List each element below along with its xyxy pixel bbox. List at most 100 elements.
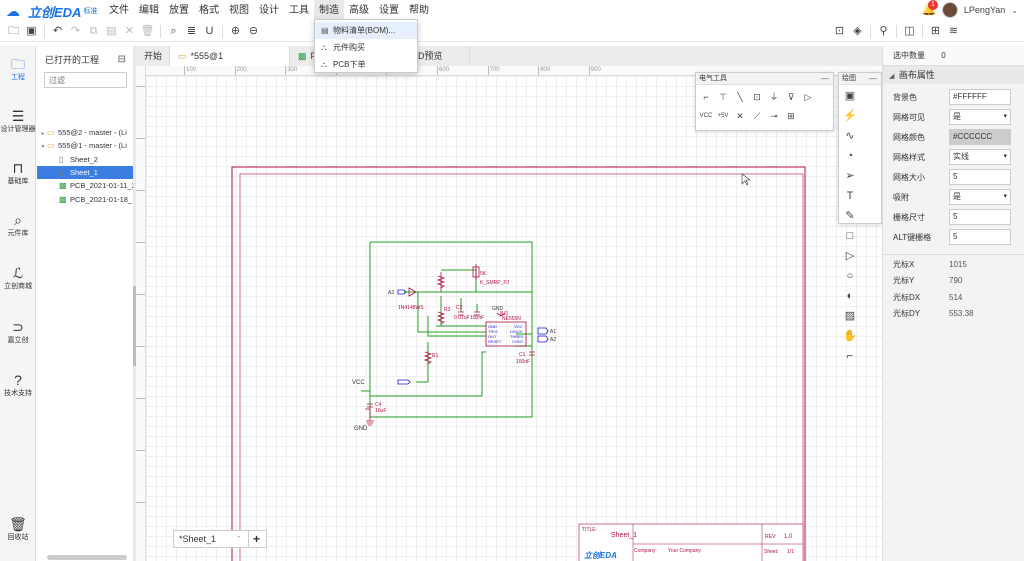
find-replace-icon[interactable]: ≣: [184, 24, 199, 39]
tree-item[interactable]: ▸ ▭ 555@2 - master - (Li: [37, 126, 134, 139]
menu-item[interactable]: 编辑: [134, 0, 164, 22]
text-case-icon[interactable]: U: [202, 24, 217, 39]
app-logo[interactable]: ☁ 立创EDA 标准: [0, 2, 104, 21]
nav-list[interactable]: ☰ 设计管理器: [0, 108, 36, 134]
bus-icon[interactable]: ⊤: [715, 88, 731, 106]
arc-icon[interactable]: ◔: [840, 147, 860, 166]
canvas-origin-icon[interactable]: ⌐: [840, 347, 860, 366]
property-input[interactable]: #CCCCCC: [949, 129, 1011, 145]
picture-icon[interactable]: ▨: [840, 307, 860, 326]
nav-help[interactable]: ? 技术支持: [0, 372, 36, 398]
nav-folder[interactable]: 🗀 工程: [0, 56, 36, 82]
circle-icon[interactable]: ○: [840, 267, 860, 286]
tab-document[interactable]: 开始: [136, 46, 170, 66]
property-select[interactable]: 是 ▾: [949, 109, 1011, 125]
nav-search[interactable]: ⌕ 元件库: [0, 212, 36, 238]
tree-item[interactable]: ▩ PCB_2021-01-11_2: [37, 179, 134, 192]
nav-trash[interactable]: 🗑 回收站: [0, 516, 36, 542]
menu-item[interactable]: 格式: [194, 0, 224, 22]
redo-icon[interactable]: ↷: [68, 24, 83, 39]
minimize-icon[interactable]: —: [821, 73, 829, 85]
zoom-in-icon[interactable]: ⊕: [228, 24, 243, 39]
collapse-icon[interactable]: ⊟: [118, 54, 126, 65]
dropdown-item[interactable]: ⛬ PCB下单: [315, 56, 417, 73]
net-label-icon[interactable]: ⊡: [749, 88, 765, 106]
menu-item[interactable]: 文件: [104, 0, 134, 22]
plus-5v-icon[interactable]: +5V: [715, 107, 731, 125]
drag-icon[interactable]: ✋: [840, 327, 860, 346]
cut-icon[interactable]: ✕: [122, 24, 137, 39]
tree-item[interactable]: ▯ Sheet_2: [37, 153, 134, 166]
wire-icon[interactable]: ⌐: [698, 88, 714, 106]
menu-item[interactable]: 设计: [254, 0, 284, 22]
bezier-icon[interactable]: ∿: [840, 127, 860, 146]
property-input[interactable]: 5: [949, 169, 1011, 185]
convert-pcb-icon[interactable]: ◫: [902, 24, 917, 39]
save-icon[interactable]: ▣: [24, 24, 39, 39]
arrow-icon[interactable]: ➢: [840, 167, 860, 186]
zoom-out-icon[interactable]: ⊖: [246, 24, 261, 39]
drawing-tools-header[interactable]: 绘图 —: [839, 73, 881, 85]
menu-item[interactable]: 视图: [224, 0, 254, 22]
minimize-icon[interactable]: —: [869, 73, 877, 85]
line-icon[interactable]: ⚡: [840, 107, 860, 126]
chevron-down-icon[interactable]: ⌄: [1011, 6, 1018, 15]
find-icon[interactable]: ⌕: [166, 24, 181, 39]
menu-item[interactable]: 工具: [284, 0, 314, 22]
no-connect-icon[interactable]: ✕: [732, 107, 748, 125]
undo-icon[interactable]: ↶: [50, 24, 65, 39]
tab-document[interactable]: D预览: [410, 46, 470, 66]
polygon-icon[interactable]: ▷: [840, 247, 860, 266]
filter-input[interactable]: [44, 72, 127, 88]
nav-chip[interactable]: ⊓ 基础库: [0, 160, 36, 186]
dropdown-item[interactable]: ▤ 物料清单(BOM)...: [315, 22, 417, 39]
ground-icon[interactable]: ⏚: [766, 88, 782, 106]
project-panel-scrollbar[interactable]: [47, 555, 127, 560]
open-folder-icon[interactable]: 🗀: [6, 24, 21, 39]
menu-item[interactable]: 放置: [164, 0, 194, 22]
tree-item[interactable]: ▾ ▭ 555@1 - master - (Li: [37, 139, 134, 152]
layers-icon[interactable]: ≋: [946, 24, 961, 39]
canvas-properties-header[interactable]: ◢ 画布属性: [883, 66, 1024, 84]
avatar[interactable]: [941, 2, 958, 18]
rect-icon[interactable]: □: [840, 227, 860, 246]
dropdown-item[interactable]: ⛬ 元件购买: [315, 39, 417, 56]
pin-icon[interactable]: ⊸: [766, 107, 782, 125]
add-sheet-button[interactable]: +: [248, 531, 264, 547]
property-input[interactable]: 5: [949, 209, 1011, 225]
vcc-icon[interactable]: VCC: [698, 107, 714, 125]
freehand-icon[interactable]: ✎: [840, 207, 860, 226]
bell-icon[interactable]: 🔔1: [922, 0, 938, 18]
nav-jlc[interactable]: ⊃ 嘉立创: [0, 319, 36, 345]
camera-icon[interactable]: ⊡: [832, 24, 847, 39]
tab-document[interactable]: ▭ *555@1: [170, 46, 290, 66]
paste-icon[interactable]: ▤: [104, 24, 119, 39]
export-icon[interactable]: ⊞: [928, 24, 943, 39]
voltage-probe-icon[interactable]: ⟋: [749, 107, 765, 125]
property-select[interactable]: 是 ▾: [949, 189, 1011, 205]
text-icon[interactable]: T: [840, 187, 860, 206]
design-rule-icon[interactable]: ⚲: [876, 24, 891, 39]
nav-lcsc[interactable]: ℒ 立创商城: [0, 265, 36, 291]
user-name[interactable]: LPengYan: [964, 5, 1005, 15]
property-input[interactable]: 5: [949, 229, 1011, 245]
sheet-tab-label[interactable]: *Sheet_1: [174, 534, 236, 544]
chevron-down-icon[interactable]: ▾: [39, 141, 47, 152]
tree-item[interactable]: ▩ PCB_2021-01-18_: [37, 193, 134, 206]
bus-entry-icon[interactable]: ╲: [732, 88, 748, 106]
group-icon[interactable]: ⊞: [783, 107, 799, 125]
delete-icon[interactable]: 🗑: [140, 24, 155, 39]
copy-icon[interactable]: ⧉: [86, 24, 101, 39]
property-select[interactable]: 实线 ▾: [949, 149, 1011, 165]
chevron-up-icon[interactable]: ⌃: [236, 535, 248, 543]
pie-icon[interactable]: ◐: [840, 287, 860, 306]
electrical-tools-header[interactable]: 电气工具 —: [696, 73, 833, 85]
tree-item[interactable]: ▯ Sheet_1: [37, 165, 134, 179]
property-input[interactable]: #FFFFFF: [949, 89, 1011, 105]
schematic-canvas[interactable]: 5K K_SMRP_PJ A2 R3 1N4148WS C2 0.01uF 10…: [136, 66, 882, 561]
3d-icon[interactable]: ◈: [850, 24, 865, 39]
chevron-right-icon[interactable]: ▸: [39, 128, 47, 139]
sheet-tab[interactable]: *Sheet_1 ⌃ +: [173, 530, 267, 548]
power-icon[interactable]: ⊽: [783, 88, 799, 106]
image-icon[interactable]: ▣: [840, 87, 860, 106]
